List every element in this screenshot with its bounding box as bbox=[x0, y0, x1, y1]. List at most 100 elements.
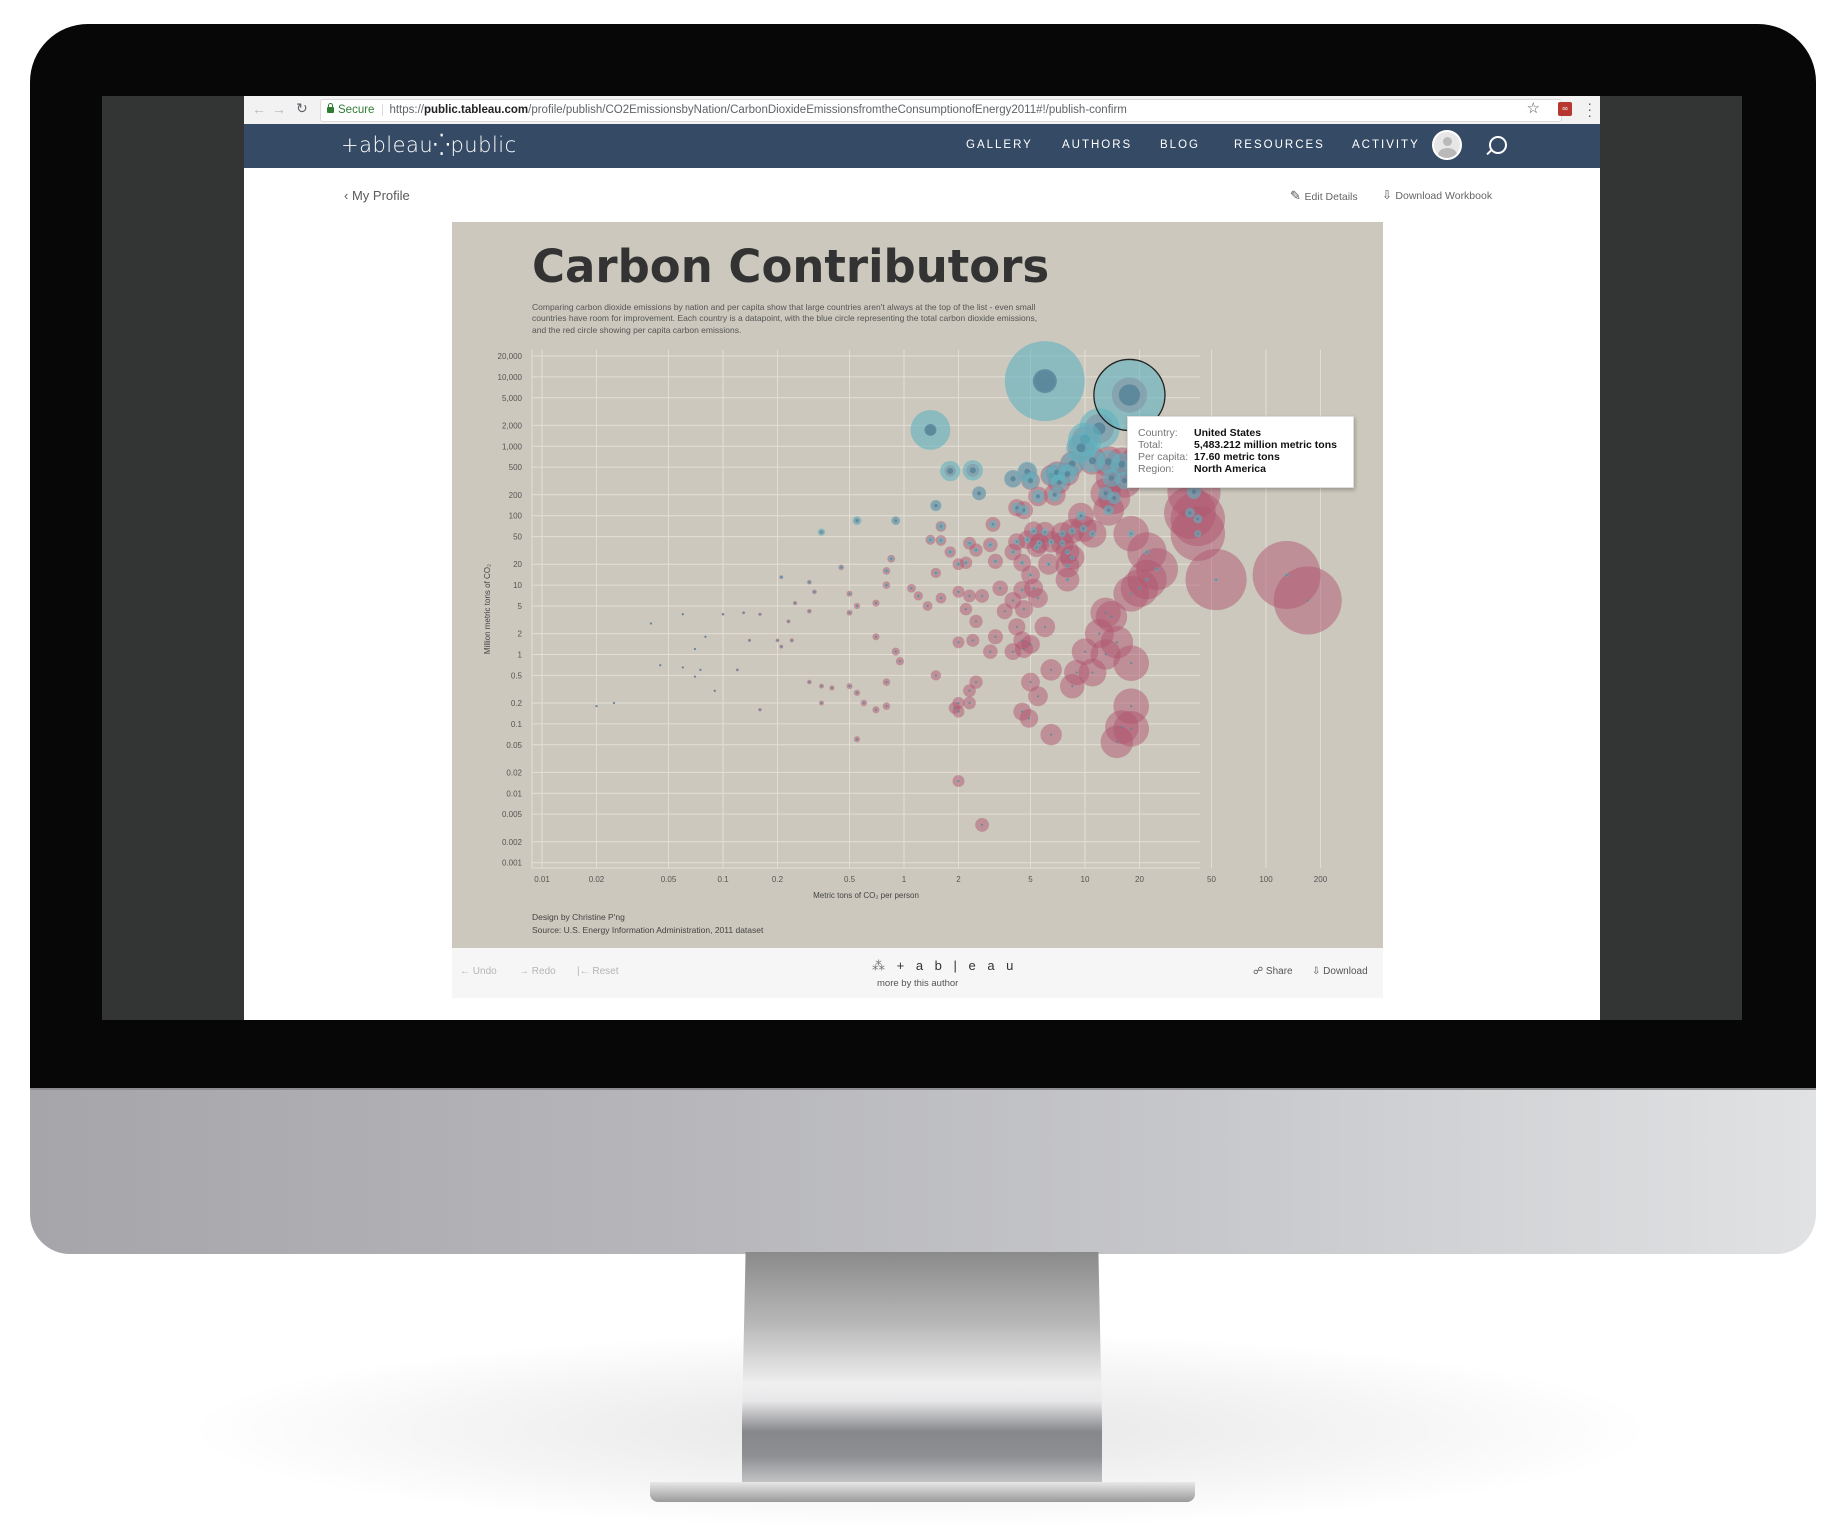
bubble-center bbox=[1011, 650, 1014, 653]
undo-button[interactable]: ← Undo bbox=[460, 966, 497, 977]
bookmark-star-icon[interactable]: ☆ bbox=[1527, 99, 1540, 117]
redo-button[interactable]: → Redo bbox=[519, 966, 556, 977]
bubble-center bbox=[595, 705, 598, 708]
undo-arrow-icon: ← bbox=[460, 966, 473, 977]
download-button[interactable]: ⇩ Download bbox=[1312, 966, 1368, 977]
reload-icon[interactable]: ↻ bbox=[296, 100, 308, 117]
bubble-center bbox=[898, 660, 901, 663]
bubble-center bbox=[1038, 542, 1041, 545]
reset-label: Reset bbox=[592, 966, 619, 977]
nav-authors[interactable]: AUTHORS bbox=[1062, 139, 1132, 151]
forward-arrow-icon[interactable]: → bbox=[272, 101, 286, 117]
bubble-center bbox=[1084, 650, 1086, 653]
bubble-center bbox=[820, 531, 823, 534]
bubble-center bbox=[722, 613, 724, 616]
bubble-center bbox=[1066, 550, 1069, 553]
nav-resources[interactable]: RESOURCES bbox=[1234, 139, 1325, 151]
user-avatar[interactable] bbox=[1432, 130, 1462, 160]
tooltip-row: Total: 5,483.212 million metric tons bbox=[1138, 439, 1337, 452]
bubble-center bbox=[953, 706, 956, 709]
nav-activity[interactable]: ACTIVITY bbox=[1352, 139, 1420, 151]
edit-details-button[interactable]: ✎ Edit Details bbox=[1290, 188, 1358, 204]
url-input[interactable]: Secure https://public.tableau.com/profile… bbox=[320, 99, 1562, 122]
bubble-center bbox=[1061, 542, 1064, 545]
bubble-center bbox=[975, 620, 978, 623]
y-tick-label: 0.002 bbox=[502, 838, 523, 847]
menu-kebab-icon[interactable]: · · · bbox=[1587, 96, 1592, 122]
bubble-center bbox=[957, 563, 960, 566]
reset-icon: |← bbox=[577, 966, 593, 977]
bubble-center bbox=[862, 701, 865, 704]
bubble-center bbox=[813, 590, 816, 593]
bubble-center bbox=[947, 468, 954, 475]
nav-blog[interactable]: BLOG bbox=[1160, 139, 1200, 151]
bubble-center bbox=[939, 525, 943, 528]
y-tick-label: 2 bbox=[518, 630, 523, 639]
bubble-center bbox=[991, 523, 995, 526]
bubble-center bbox=[1091, 671, 1094, 674]
monitor-foot bbox=[650, 1482, 1195, 1502]
search-icon[interactable] bbox=[1489, 136, 1507, 154]
bubble-center bbox=[1050, 540, 1053, 543]
bubble-center bbox=[693, 647, 696, 650]
bubble-center bbox=[840, 566, 843, 569]
viz-dashboard: 20,000 10,000 5,000 2,000 1,000 500 200 100 50 20… bbox=[452, 222, 1383, 948]
y-tick-label: 0.001 bbox=[502, 859, 523, 868]
bubble-center bbox=[1036, 494, 1040, 499]
bubble-center bbox=[1098, 632, 1101, 635]
bubble-center bbox=[848, 685, 851, 688]
tooltip-value: 5,483.212 million metric tons bbox=[1194, 439, 1337, 451]
tooltip-key: Country: bbox=[1138, 427, 1178, 439]
bubble-center bbox=[1056, 480, 1062, 486]
bubble-center bbox=[808, 581, 811, 584]
x-tick-label: 0.1 bbox=[717, 875, 729, 884]
bubble-center bbox=[1196, 517, 1200, 521]
bubble-center bbox=[1130, 532, 1133, 535]
bubble-center bbox=[885, 705, 888, 708]
share-button[interactable]: ☍ Share bbox=[1253, 966, 1293, 977]
bubble-center bbox=[1032, 369, 1057, 394]
my-profile-link[interactable]: ‹ My Profile bbox=[344, 188, 410, 203]
bubble-center bbox=[1050, 733, 1053, 736]
y-tick-label: 2,000 bbox=[502, 421, 523, 430]
bubble-center bbox=[1021, 561, 1024, 564]
reset-button[interactable]: |← Reset bbox=[577, 966, 619, 977]
bubble-center bbox=[1088, 457, 1097, 465]
x-tick-label: 1 bbox=[902, 875, 907, 884]
x-axis-title: Metric tons of CO₂ per person bbox=[813, 891, 919, 900]
bubble-center bbox=[1066, 564, 1069, 567]
y-tick-label: 20 bbox=[513, 560, 522, 569]
bubble-center bbox=[1061, 532, 1064, 535]
bubble-center bbox=[957, 590, 960, 593]
tableau-logo[interactable]: ⁂ + a b | e a u bbox=[872, 958, 1017, 974]
monitor-screen: ← → ↻ Secure https://public.tableau.com/p… bbox=[102, 96, 1742, 1020]
bubble-center bbox=[1138, 587, 1141, 590]
x-tick-label: 0.02 bbox=[589, 875, 605, 884]
tooltip-row: Region: North America bbox=[1138, 463, 1266, 476]
bubble-center bbox=[885, 569, 888, 572]
y-tick-label: 200 bbox=[509, 491, 523, 500]
bubble-center bbox=[874, 635, 877, 638]
bubble-center bbox=[968, 689, 971, 692]
bubble-center bbox=[1021, 710, 1024, 713]
y-tick-label: 0.01 bbox=[506, 789, 522, 798]
bubble-center bbox=[794, 602, 797, 605]
viz-toolbar: ← Undo → Redo |← Reset ⁂ + a b | e a u m… bbox=[452, 948, 1383, 998]
bubble-center bbox=[1021, 639, 1024, 642]
bubble-center bbox=[1107, 508, 1111, 512]
bubble-center bbox=[885, 681, 888, 684]
bubble-center bbox=[874, 708, 877, 711]
bubble-center bbox=[1032, 587, 1035, 590]
bubble-center bbox=[1145, 578, 1148, 581]
more-by-author-link[interactable]: more by this author bbox=[877, 978, 958, 989]
bubble-center bbox=[1110, 615, 1113, 618]
bubble-center bbox=[848, 611, 851, 614]
nav-gallery[interactable]: GALLERY bbox=[966, 139, 1033, 151]
back-arrow-icon[interactable]: ← bbox=[252, 101, 266, 117]
bubble-center bbox=[890, 557, 893, 560]
tableau-public-logo[interactable]: +ableau⁛public bbox=[341, 133, 517, 157]
download-workbook-button[interactable]: ⇩ Download Workbook bbox=[1382, 188, 1492, 202]
bubble-center bbox=[949, 550, 952, 553]
share-icon: ☍ bbox=[1253, 966, 1266, 977]
extension-icon[interactable]: ∞ bbox=[1558, 102, 1572, 116]
